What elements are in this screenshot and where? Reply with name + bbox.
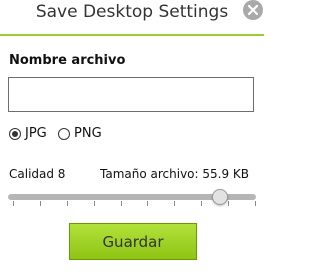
format-option-png[interactable]: PNG (58, 126, 102, 141)
slider-tick (228, 201, 229, 206)
close-button[interactable] (243, 0, 263, 20)
format-option-jpg[interactable]: JPG (9, 126, 47, 141)
slider-tick (94, 201, 95, 206)
slider-tick (67, 201, 68, 206)
radio-selected-icon (9, 127, 21, 140)
title-divider (0, 34, 264, 36)
slider-tick (147, 201, 148, 206)
close-icon (247, 4, 259, 16)
format-option-label: PNG (74, 126, 102, 141)
slider-tick (255, 201, 256, 206)
file-size-label: Tamaño archivo: 55.9 KB (100, 167, 249, 181)
slider-tick (174, 201, 175, 206)
save-button[interactable]: Guardar (69, 223, 197, 260)
quality-label: Calidad 8 (9, 167, 66, 181)
filename-input[interactable] (8, 77, 254, 112)
slider-tick (201, 201, 202, 206)
slider-tick (40, 201, 41, 206)
slider-tick (13, 201, 14, 206)
dialog-title: Save Desktop Settings (35, 2, 229, 22)
format-option-label: JPG (25, 126, 47, 141)
slider-tick (121, 201, 122, 206)
filename-label: Nombre archivo (9, 53, 126, 68)
slider-thumb[interactable] (212, 189, 229, 205)
quality-slider[interactable] (8, 188, 256, 210)
save-settings-dialog: Save Desktop Settings Nombre archivo JPG… (0, 0, 264, 275)
radio-unselected-icon (58, 127, 70, 140)
